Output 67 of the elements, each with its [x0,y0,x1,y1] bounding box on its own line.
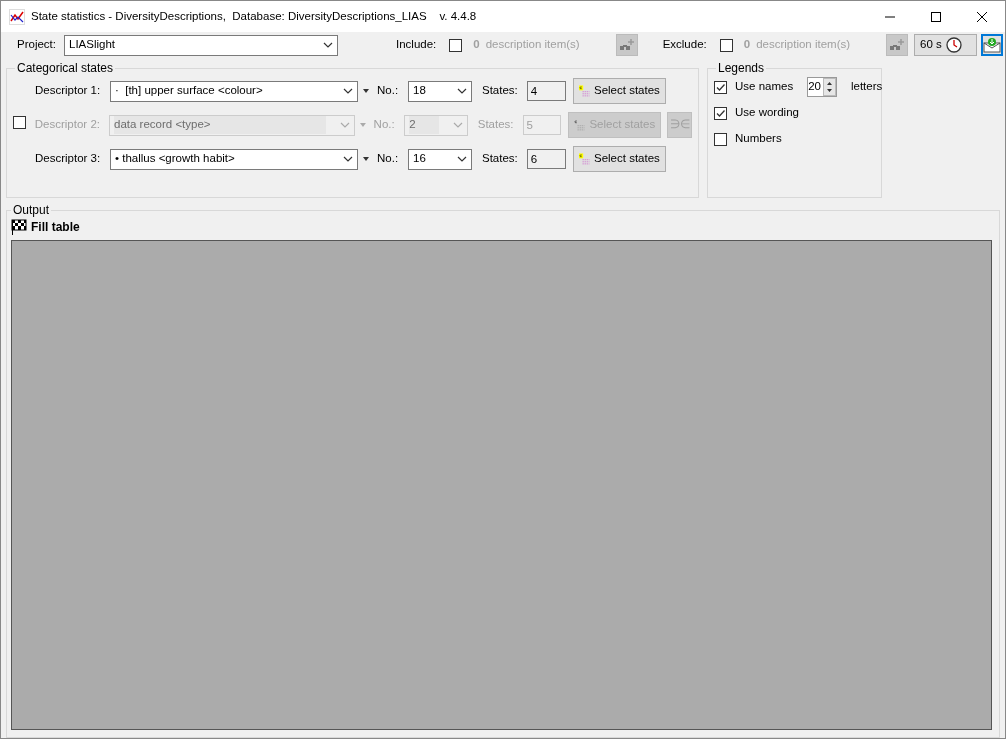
chevron-down-icon [323,42,333,48]
descriptor-label: Descriptor 3: [35,151,102,167]
window-title: State statistics - DiversityDescriptions, Database: DiversityDescriptions_LIAS v. 4.4.8 [31,8,477,24]
chevron-down-icon [457,156,467,162]
descriptor-label: Descriptor 1: [35,83,102,99]
number-dropdown[interactable]: 18 [408,80,472,102]
group-title: Legends [717,62,766,74]
mail-download-button[interactable] [981,34,1003,56]
letters-label: letters [850,79,883,95]
checkbox[interactable] [13,115,26,129]
chevron-down-icon [343,156,353,162]
number-dropdown[interactable]: 16 [408,148,472,170]
project-label: Project: [17,37,56,53]
caret-icon[interactable] [363,157,369,161]
checkbox[interactable] [714,80,727,94]
chevron-down-icon [339,122,350,128]
checkbox[interactable] [719,38,733,52]
states-count: 4 [526,81,566,101]
chevron-down-icon [457,88,467,94]
number-label: No.: [373,117,396,133]
maximize-icon [930,10,942,23]
group-title: Categorical states [16,62,115,74]
states-count: 6 [526,149,566,169]
project-dropdown[interactable]: LIASlight [64,34,338,56]
include-unit: description item(s) [485,37,580,53]
include-count: 0 [473,37,480,53]
number-label: No.: [377,151,400,167]
checkered-flag-icon [11,219,27,235]
number-label: No.: [377,83,400,99]
descriptor-label: Descriptor 2: [34,117,101,133]
option-label: Use names [735,79,794,95]
exclude-count: 0 [743,37,751,53]
exclude-label: Exclude: [662,37,707,53]
number-dropdown[interactable]: 2 [404,114,468,136]
checkbox[interactable] [714,132,727,146]
envelope-download-icon [983,37,1001,53]
states-label: States: [482,151,518,167]
select-states-button[interactable]: Select states [572,146,666,172]
option-label: Use wording [735,105,799,121]
chart-icon [9,8,25,25]
letters-spinner[interactable]: 20 [807,77,837,97]
checkbox[interactable] [449,38,463,52]
timeout-button[interactable]: 60 s [914,34,977,56]
list-icon [578,151,590,167]
chevron-down-icon [343,88,353,94]
option-label: Numbers [735,131,782,147]
states-label: States: [482,83,518,99]
descriptor-dropdown[interactable]: data record <type> [109,114,355,136]
list-icon [578,83,590,99]
caret-icon[interactable] [363,89,369,93]
select-states-button[interactable]: Select states [572,78,666,104]
list-icon [574,117,586,133]
include-label: Include: [396,37,437,53]
chevron-down-icon [452,122,463,128]
binoculars-plus-button[interactable] [886,34,909,56]
spinner-arrows-icon[interactable] [822,78,836,96]
exclude-unit: description item(s) [756,37,851,53]
close-icon [976,10,988,23]
descriptor-dropdown[interactable]: • thallus <growth habit> [110,148,358,170]
checkbox[interactable] [714,106,727,120]
states-label: States: [477,117,514,133]
binoculars-plus-button[interactable] [615,34,638,56]
group-title: Output [12,204,51,216]
clock-icon [945,37,962,53]
states-count: 5 [522,115,562,135]
fill-table-button[interactable]: Fill table [11,218,80,236]
descriptor-dropdown[interactable]: · [th] upper surface <colour> [110,80,358,102]
